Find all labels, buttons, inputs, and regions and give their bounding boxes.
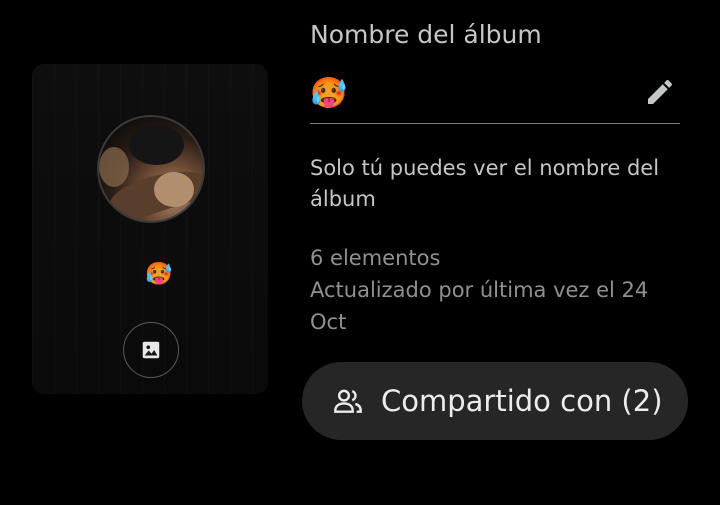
album-details: 6 elementos Actualizado por última vez e…: [310, 242, 690, 338]
shared-with-label: Compartido con (2): [381, 384, 663, 418]
album-name-field[interactable]: 🥵: [310, 70, 680, 124]
image-icon: [142, 341, 160, 359]
album-name-label: Nombre del álbum: [310, 20, 542, 49]
photo-shape: [154, 172, 194, 207]
photo-shape: [99, 147, 129, 187]
last-updated: Actualizado por última vez el 24 Oct: [310, 278, 649, 334]
pencil-icon[interactable]: [644, 76, 676, 108]
photo-shape: [129, 125, 184, 165]
album-emoji: 🥵: [145, 262, 173, 287]
shared-with-button[interactable]: Compartido con (2): [302, 362, 688, 440]
people-icon: [334, 389, 362, 413]
item-count: 6 elementos: [310, 246, 441, 270]
album-cover-avatar[interactable]: [97, 115, 205, 223]
album-name-value[interactable]: 🥵: [310, 74, 347, 114]
help-text: Solo tú puedes ver el nombre del álbum: [310, 156, 660, 211]
change-cover-button[interactable]: [123, 322, 179, 378]
